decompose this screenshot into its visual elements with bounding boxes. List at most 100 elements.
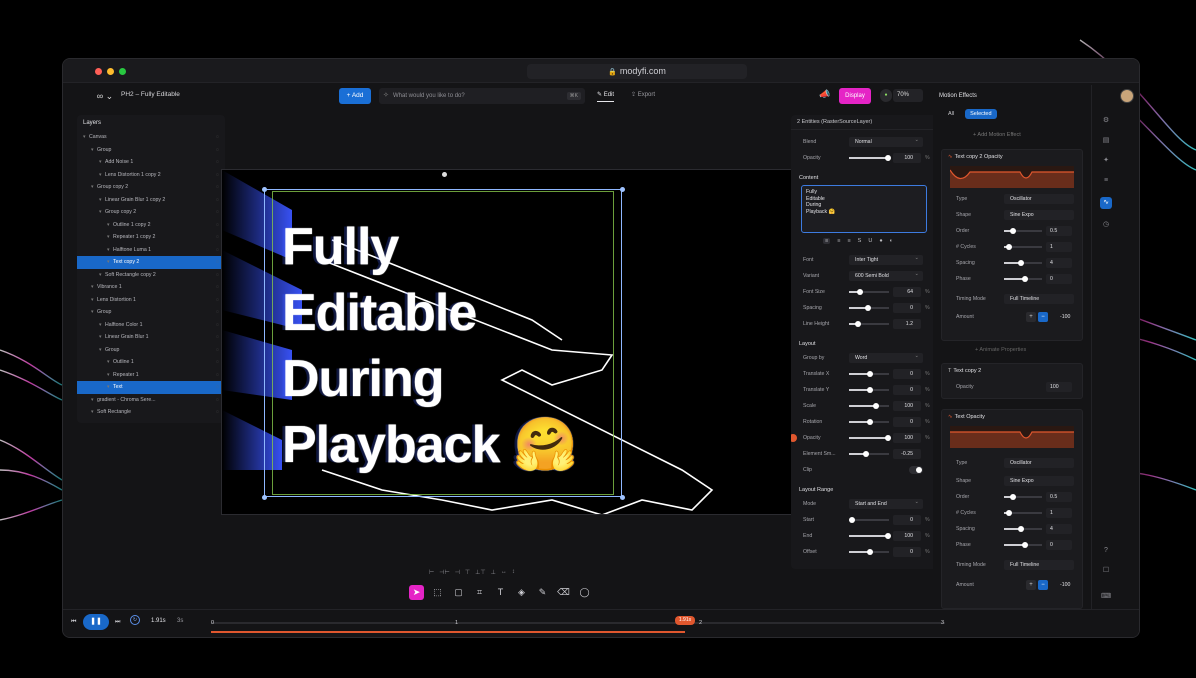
visibility-icon[interactable]: ◌ — [216, 219, 219, 232]
resize-handle-bl[interactable] — [262, 495, 267, 500]
align-center-icon[interactable]: ⊣⊢ — [439, 569, 449, 576]
frame-tool-icon[interactable]: ⌗ — [472, 585, 487, 600]
motion-icon[interactable]: ∿ — [1100, 197, 1112, 209]
visibility-icon[interactable]: ◌ — [216, 306, 219, 319]
performance-badge[interactable]: ● — [880, 89, 892, 102]
translate-y-input[interactable]: 0 — [893, 385, 921, 395]
translate-x-input[interactable]: 0 — [893, 369, 921, 379]
strikethrough-icon[interactable]: S — [858, 238, 862, 244]
visibility-icon[interactable]: ◌ — [216, 181, 219, 194]
spacing-input[interactable]: 0 — [893, 303, 921, 313]
minimize-window-button[interactable] — [107, 68, 114, 75]
chat-icon[interactable]: ☐ — [1100, 565, 1112, 577]
layer-row[interactable]: ▾ Repeater 1 ◌ — [77, 369, 225, 382]
layer-row[interactable]: ▾ Linear Grain Blur 1 ◌ — [77, 331, 225, 344]
style-icon[interactable]: ◐ — [890, 238, 893, 244]
underline-icon[interactable]: U — [868, 238, 872, 244]
help-icon[interactable]: ? — [1100, 545, 1112, 557]
layer-row[interactable]: ▾ Group copy 2 ◌ — [77, 206, 225, 219]
add-motion-effect-button[interactable]: + Add Motion Effect — [973, 132, 1021, 138]
resize-handle-tr[interactable] — [620, 187, 625, 192]
layer-row[interactable]: ▾ Group ◌ — [77, 144, 225, 157]
phase-slider[interactable] — [1004, 276, 1042, 282]
cycles-slider[interactable] — [1004, 244, 1042, 250]
shape-select[interactable]: Sine Expo — [1004, 210, 1074, 220]
layer-row[interactable]: ▾ Linear Grain Blur 1 copy 2 ◌ — [77, 194, 225, 207]
font-select[interactable]: Inter Tight — [849, 253, 923, 265]
canvas[interactable]: Fully Editable During Playback 🤗 — [221, 169, 803, 515]
visibility-icon[interactable]: ◌ — [216, 144, 219, 157]
visibility-icon[interactable]: ◌ — [216, 331, 219, 344]
visibility-icon[interactable]: ◌ — [216, 231, 219, 244]
align-center-text-icon[interactable]: ≡ — [837, 238, 840, 244]
subtract-mode-button[interactable]: − — [1038, 580, 1048, 590]
rotation-input[interactable]: 0 — [893, 417, 921, 427]
layer-row[interactable]: ▾ Canvas ◌ — [77, 131, 225, 144]
tab-edit[interactable]: ✎ Edit — [597, 91, 615, 102]
visibility-icon[interactable]: ◌ — [216, 281, 219, 294]
display-button[interactable]: Display — [839, 88, 871, 104]
opacity-input[interactable]: 100 — [893, 153, 921, 163]
tab-export[interactable]: ⇪ Export — [631, 91, 655, 98]
opacity2-slider[interactable] — [849, 435, 891, 441]
amount-value[interactable]: -100 — [1060, 310, 1070, 324]
pen-tool-icon[interactable]: ✎ — [535, 585, 550, 600]
logo-menu-icon[interactable]: ∞ ⌄ — [93, 89, 117, 103]
opacity-input[interactable]: 100 — [1046, 382, 1072, 392]
timeline-track[interactable] — [211, 622, 945, 624]
content-textarea[interactable]: Fully Editable During Playback 🤗 — [801, 185, 927, 233]
line-height-slider[interactable] — [849, 321, 889, 327]
align-bottom-icon[interactable]: ⊥ — [491, 569, 496, 576]
font-size-input[interactable]: 64 — [893, 287, 921, 297]
phase-slider[interactable] — [1004, 542, 1042, 548]
element-slider[interactable] — [849, 451, 889, 457]
translate-y-slider[interactable] — [849, 387, 889, 393]
align-left-text-icon[interactable]: ≡ — [823, 238, 831, 244]
layer-row[interactable]: ▾ Halftone Luma 1 ◌ — [77, 244, 225, 257]
loop-icon[interactable]: ↻ — [130, 615, 140, 625]
rotation-slider[interactable] — [849, 419, 889, 425]
visibility-icon[interactable]: ◌ — [216, 169, 219, 182]
phase-input[interactable]: 0 — [1046, 540, 1072, 550]
animated-indicator[interactable] — [791, 434, 797, 442]
scale-input[interactable]: 100 — [893, 401, 921, 411]
announcement-icon[interactable]: 📣 — [819, 89, 830, 100]
visibility-icon[interactable]: ◌ — [216, 369, 219, 382]
distribute-h-icon[interactable]: ↔ — [501, 569, 507, 576]
visibility-icon[interactable]: ◌ — [216, 344, 219, 357]
timing-select[interactable]: Full Timeline — [1004, 560, 1074, 570]
spacing-input[interactable]: 4 — [1046, 258, 1072, 268]
magic-icon[interactable]: ✦ — [1100, 155, 1112, 167]
distribute-v-icon[interactable]: ↕ — [512, 569, 515, 576]
opacity-slider[interactable] — [849, 155, 891, 161]
type-select[interactable]: Oscillator — [1004, 194, 1074, 204]
spacing-slider[interactable] — [849, 305, 889, 311]
layer-row[interactable]: ▾ Group copy 2 ◌ — [77, 181, 225, 194]
end-input[interactable]: 100 — [893, 531, 921, 541]
visibility-icon[interactable]: ◌ — [216, 256, 219, 269]
order-slider[interactable] — [1004, 228, 1042, 234]
clock-icon[interactable]: ◷ — [1100, 219, 1112, 231]
order-input[interactable]: 0.5 — [1046, 492, 1072, 502]
eraser-tool-icon[interactable]: ⌫ — [556, 585, 571, 600]
offset-slider[interactable] — [849, 549, 889, 555]
zoom-select[interactable]: 70% — [893, 89, 923, 102]
font-size-slider[interactable] — [849, 289, 889, 295]
visibility-icon[interactable]: ◌ — [216, 394, 219, 407]
layer-row[interactable]: ▾ Lens Distortion 1 copy 2 ◌ — [77, 169, 225, 182]
scale-slider[interactable] — [849, 403, 889, 409]
keyboard-icon[interactable]: ⌨ — [1100, 591, 1112, 603]
amount-value[interactable]: -100 — [1060, 578, 1070, 592]
duration[interactable]: 3s — [177, 618, 183, 624]
order-input[interactable]: 0.5 — [1046, 226, 1072, 236]
crop-tool-icon[interactable]: ▢ — [451, 585, 466, 600]
visibility-icon[interactable]: ◌ — [216, 156, 219, 169]
current-time[interactable]: 1.91s — [151, 618, 166, 624]
marquee-tool-icon[interactable]: ⬚ — [430, 585, 445, 600]
layer-row[interactable]: ▾ Outline 1 ◌ — [77, 356, 225, 369]
mode-select[interactable]: Start and End — [849, 497, 923, 509]
visibility-icon[interactable]: ◌ — [216, 356, 219, 369]
visibility-icon[interactable]: ◌ — [216, 269, 219, 282]
project-title[interactable]: PH2 – Fully Editable — [121, 91, 180, 98]
layer-row[interactable]: ▾ Text copy 2 ◌ — [77, 256, 225, 269]
